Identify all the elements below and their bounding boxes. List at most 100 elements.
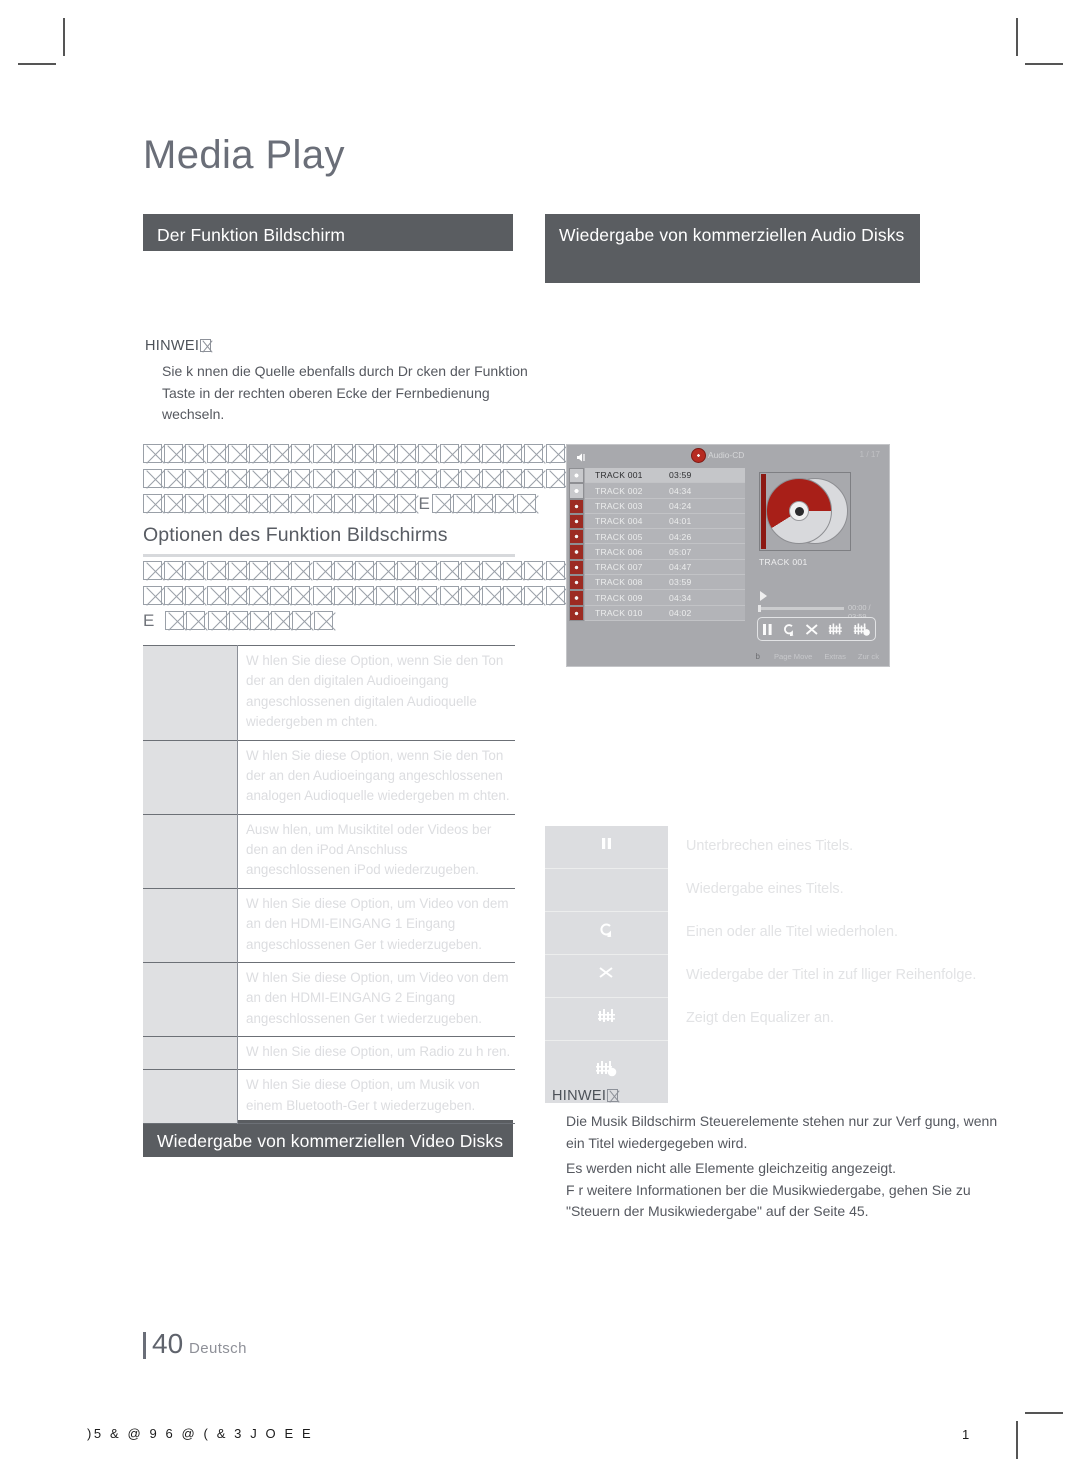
note-body-line-1: Die Musik Bildschirm Steuerelemente steh… (566, 1113, 998, 1151)
table-row[interactable]: Wiedergabe der Titel in zuf lliger Reihe… (545, 954, 1000, 998)
table-row[interactable]: Zeigt den Equalizer an. (545, 997, 1000, 1041)
audio-cd-icon (691, 448, 706, 463)
extras-hint[interactable]: Extras (824, 652, 846, 661)
section-header-funktion-bildschirm: Der Funktion Bildschirm (143, 214, 513, 251)
pause-icon[interactable] (545, 826, 668, 869)
device-screenshot: Audio-CD 1 / 17 TRACK 001 03:59 TRACK 002… (566, 444, 890, 667)
track-thumb-icon (569, 559, 584, 576)
footer-page-number: 40 (152, 1328, 184, 1359)
source-icon (576, 450, 587, 462)
table-row[interactable]: W hlen Sie diese Option, um Radio zu h r… (143, 1036, 515, 1070)
option-desc-cell: W hlen Sie diese Option, wenn Sie den To… (237, 645, 515, 740)
option-key-cell (143, 814, 238, 889)
track-thumb-icon (569, 590, 584, 606)
progress-knob[interactable] (758, 605, 761, 612)
table-row[interactable]: Ausw hlen, um Musiktitel oder Videos ber… (143, 814, 515, 889)
shuffle-button[interactable] (805, 623, 819, 636)
crop-mark-bottom-right-v (1016, 1421, 1018, 1459)
unrendered-text-line: E (143, 491, 630, 516)
function-options-table: W hlen Sie diese Option, wenn Sie den To… (143, 645, 515, 1124)
table-row[interactable]: W hlen Sie diese Option, wenn Sie den To… (143, 740, 515, 815)
equalizer-icon[interactable] (545, 997, 668, 1041)
music-control-desc: Unterbrechen eines Titels. (686, 838, 854, 855)
track-row[interactable]: TRACK 009 04:34 (569, 590, 745, 606)
table-row[interactable]: W hlen Sie diese Option, um Musik von ei… (143, 1069, 515, 1124)
track-row[interactable]: TRACK 007 04:47 (569, 559, 745, 576)
option-key-cell (143, 1069, 238, 1124)
track-time: 04:01 (669, 516, 692, 527)
page-move-hint[interactable]: Page Move (774, 652, 812, 661)
sheet-number: 1 (962, 1427, 970, 1442)
cd-hole (794, 506, 804, 516)
track-thumb-icon (569, 468, 584, 484)
device-track-counter: 1 / 17 (859, 450, 881, 459)
device-disc-label: Audio-CD (708, 450, 745, 460)
device-bottom-bar: b Page Move Extras Zur ck (567, 650, 889, 662)
page-title: Media Play (143, 133, 345, 177)
note-body: Sie k nnen die Quelle ebenfalls durch Dr… (162, 363, 528, 423)
crop-mark-top-right-v (1016, 18, 1018, 56)
repeat-button[interactable] (782, 623, 796, 636)
track-row[interactable]: TRACK 003 04:24 (569, 498, 745, 514)
pause-button[interactable] (762, 623, 773, 636)
section-header-audio-disks: Wiedergabe von kommerziellen Audio Disks (545, 214, 920, 283)
music-control-desc: Wiedergabe eines Titels. (686, 881, 844, 898)
music-control-desc: Wiedergabe der Titel in zuf lliger Reihe… (686, 967, 977, 984)
track-time: 05:07 (669, 546, 692, 557)
playback-control-bar (757, 617, 876, 641)
missing-glyph-icon (200, 339, 212, 352)
table-row[interactable]: W hlen Sie diese Option, um Video von de… (143, 888, 515, 963)
track-row[interactable]: TRACK 002 04:34 (569, 483, 745, 499)
subheading-optionen: Optionen des Funktion Bildschirms (143, 524, 448, 546)
crop-mark-bottom-right-h (1025, 1412, 1063, 1414)
option-key-cell (143, 962, 238, 1037)
option-key-cell (143, 740, 238, 815)
crop-mark-top-left-v (63, 18, 65, 56)
option-desc-cell: W hlen Sie diese Option, wenn Sie den To… (237, 740, 515, 815)
note-block-bottom: HINWEI Die Musik Bildschirm Steuerelemen… (552, 1088, 1002, 1223)
subheading-rule (143, 554, 515, 557)
track-name: TRACK 006 (595, 546, 643, 557)
music-control-desc: Einen oder alle Titel wiederholen. (686, 924, 898, 941)
table-row[interactable]: W hlen Sie diese Option, um Video von de… (143, 962, 515, 1037)
table-row[interactable]: W hlen Sie diese Option, wenn Sie den To… (143, 645, 515, 740)
footer-rule (143, 1332, 146, 1359)
option-desc-cell: W hlen Sie diese Option, um Radio zu h r… (237, 1036, 515, 1070)
table-row[interactable]: Wiedergabe eines Titels. (545, 868, 1000, 912)
note-block-top: HINWEI Sie k nnen die Quelle ebenfalls d… (145, 338, 545, 426)
option-key-cell (143, 888, 238, 963)
option-desc-cell: W hlen Sie diese Option, um Video von de… (237, 888, 515, 963)
equalizer-button[interactable] (828, 623, 844, 636)
note-title: HINWEI (552, 1088, 1002, 1104)
progress-bar[interactable] (759, 607, 844, 610)
track-row[interactable]: TRACK 006 05:07 (569, 544, 745, 560)
repeat-icon[interactable] (545, 911, 668, 955)
track-time: 04:26 (669, 531, 692, 542)
music-controls-table: Unterbrechen eines Titels. Wiedergabe ei… (545, 826, 1000, 1103)
note-body-line-2: Es werden nicht alle Elemente gleichzeit… (566, 1160, 896, 1177)
track-time: 03:59 (669, 470, 692, 481)
track-row[interactable]: TRACK 001 03:59 (569, 468, 745, 484)
track-row[interactable]: TRACK 010 04:02 (569, 605, 745, 621)
unrendered-text-block-1: E (143, 441, 630, 516)
play-state-icon (760, 591, 767, 601)
track-thumb-icon (569, 605, 584, 621)
device-top-bar: Audio-CD 1 / 17 (567, 445, 889, 467)
track-thumb-icon (569, 575, 584, 591)
table-row[interactable]: Unterbrechen eines Titels. (545, 826, 1000, 869)
play-icon[interactable] (545, 868, 668, 912)
track-row[interactable]: TRACK 008 03:59 (569, 575, 745, 591)
table-row[interactable]: Einen oder alle Titel wiederholen. (545, 911, 1000, 955)
music-control-desc: Zeigt den Equalizer an. (686, 1010, 834, 1027)
track-row[interactable]: TRACK 005 04:26 (569, 529, 745, 545)
album-art (759, 472, 851, 551)
back-hint[interactable]: Zur ck (858, 652, 879, 661)
track-row[interactable]: TRACK 004 04:01 (569, 513, 745, 530)
track-name: TRACK 007 (595, 562, 643, 573)
track-thumb-icon (569, 498, 584, 514)
shuffle-icon[interactable] (545, 954, 668, 998)
note-title: HINWEI (145, 338, 545, 354)
device-track-list[interactable]: TRACK 001 03:59 TRACK 002 04:34 TRACK 003 0… (569, 468, 745, 621)
equalizer-hand-button[interactable] (853, 623, 871, 636)
missing-glyph-icon (607, 1089, 619, 1102)
